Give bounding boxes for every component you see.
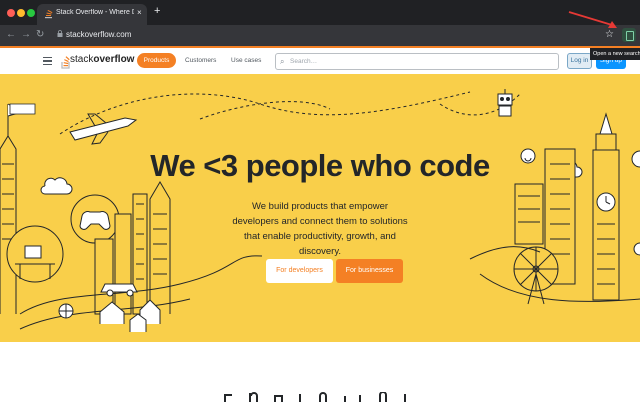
url-field[interactable]: stackoverflow.com: [66, 30, 131, 39]
logo-text[interactable]: stackoverflow: [70, 54, 134, 65]
hamburger-menu-icon[interactable]: [43, 57, 52, 66]
clock-tower: [592, 112, 620, 301]
nav-use-cases-link[interactable]: Use cases: [231, 57, 261, 64]
extension-icon[interactable]: [622, 28, 636, 42]
hero-title: We <3 people who code: [150, 148, 490, 183]
below-hero-section: [0, 342, 640, 402]
tab-title: Stack Overflow - Where Develop: [56, 9, 134, 16]
search-input[interactable]: ⌕ Search…: [275, 53, 559, 70]
robot-icon: [497, 89, 513, 117]
for-businesses-button[interactable]: For businesses: [336, 259, 403, 283]
tab-close-icon[interactable]: ×: [137, 8, 142, 17]
back-button[interactable]: ←: [6, 29, 16, 41]
for-developers-button[interactable]: For developers: [266, 259, 333, 283]
ferris-wheel: [513, 246, 559, 305]
cropped-heading-peek: [224, 392, 406, 402]
airplane-icon: [69, 113, 138, 145]
hero-banner: We <3 people who code We build products …: [0, 74, 640, 342]
nav-customers-link[interactable]: Customers: [185, 57, 216, 64]
site-header: stackoverflow Products Customers Use cas…: [0, 46, 640, 74]
forward-button[interactable]: →: [21, 29, 31, 41]
browser-address-bar: ← → ↻ stackoverflow.com ☆: [0, 25, 640, 46]
login-button[interactable]: Log in: [567, 53, 592, 69]
hero-subtitle: We build products that empower developer…: [232, 201, 408, 257]
reload-button[interactable]: ↻: [36, 29, 44, 41]
lock-icon: [57, 30, 63, 39]
nav-products-button[interactable]: Products: [137, 53, 176, 68]
skyscraper-left: [0, 103, 24, 314]
stack-overflow-favicon-icon: [44, 9, 53, 19]
window-maximize-button[interactable]: [27, 9, 35, 17]
search-placeholder: Search…: [290, 58, 318, 65]
browser-tabbar: Stack Overflow - Where Develop × +: [0, 0, 640, 25]
browser-tab-active[interactable]: Stack Overflow - Where Develop ×: [37, 4, 147, 25]
extension-tooltip: Open a new search: [590, 48, 640, 60]
window-minimize-button[interactable]: [17, 9, 25, 17]
window-close-button[interactable]: [7, 9, 15, 17]
new-tab-button[interactable]: +: [154, 6, 160, 17]
search-icon: ⌕: [280, 57, 285, 66]
red-arrow-annotation-icon: [568, 11, 617, 28]
